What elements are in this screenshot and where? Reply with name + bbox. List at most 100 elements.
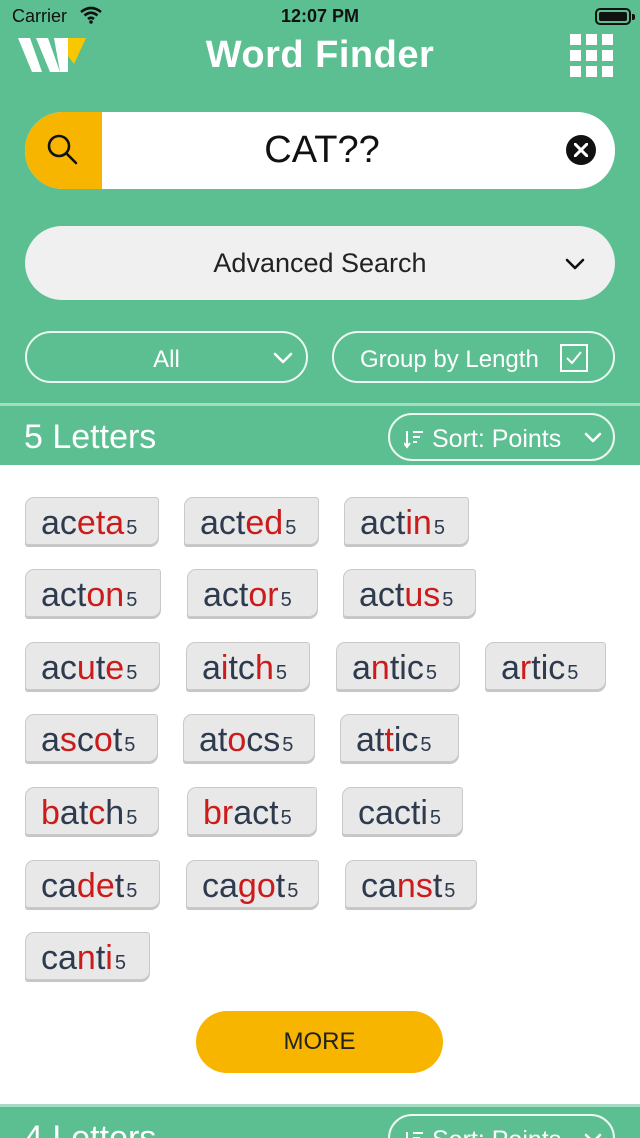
filter-all-dropdown[interactable]: All: [25, 331, 308, 383]
clear-search-button[interactable]: [566, 135, 596, 165]
word-letter: ca: [41, 939, 77, 977]
word-letter: tic: [531, 649, 566, 687]
word-letter: act: [360, 504, 406, 542]
word-letter: ic: [393, 721, 419, 759]
word-points: 5: [275, 662, 287, 684]
word-chip[interactable]: ascot 5: [25, 714, 158, 762]
word-letter-wildcard: o: [227, 721, 247, 759]
word-letter: t: [275, 867, 286, 905]
word-letter: ca: [202, 867, 238, 905]
group-by-length-checkbox[interactable]: [560, 344, 588, 372]
word-letter-wildcard: in: [405, 504, 432, 542]
word-letter-wildcard: go: [237, 867, 276, 905]
word-letter: tc: [228, 649, 255, 687]
word-points: 5: [420, 734, 432, 756]
word-points: 5: [126, 662, 138, 684]
word-chip[interactable]: actor 5: [187, 569, 318, 617]
word-letter-wildcard: i: [105, 939, 113, 977]
word-points: 5: [126, 517, 138, 539]
sort-icon: [406, 1132, 423, 1138]
word-chip[interactable]: aitch 5: [186, 642, 310, 690]
more-button[interactable]: MORE: [196, 1011, 443, 1073]
word-letter: ac: [41, 504, 77, 542]
word-letter: act: [41, 576, 87, 614]
word-chip[interactable]: artic 5: [485, 642, 606, 690]
word-letter: t: [432, 867, 443, 905]
word-points: 5: [114, 952, 126, 974]
clear-icon: [574, 143, 588, 157]
word-chip[interactable]: cacti 5: [342, 787, 463, 835]
word-letter: ca: [41, 867, 77, 905]
advanced-search-button[interactable]: Advanced Search: [25, 226, 615, 300]
word-chip[interactable]: acton 5: [25, 569, 161, 617]
section-heading: 5 Letters: [24, 418, 157, 456]
word-chip[interactable]: aceta 5: [25, 497, 159, 545]
word-letter: cacti: [358, 794, 428, 832]
app-title: Word Finder: [205, 34, 435, 76]
grid-menu-icon[interactable]: [570, 34, 613, 77]
search-button[interactable]: [25, 112, 102, 189]
word-letter-wildcard: ns: [396, 867, 433, 905]
filter-all-label: All: [153, 346, 180, 373]
word-chip[interactable]: acted 5: [184, 497, 319, 545]
checkmark-icon: [566, 351, 582, 365]
chevron-down-icon: [565, 258, 585, 270]
word-letter: a: [202, 649, 221, 687]
word-chip[interactable]: antic 5: [336, 642, 460, 690]
word-letter-wildcard: b: [41, 794, 60, 832]
word-letter: act: [359, 576, 405, 614]
word-points: 5: [282, 734, 294, 756]
word-letter: at: [59, 794, 89, 832]
word-letter: t: [95, 939, 106, 977]
chevron-down-icon: [584, 1133, 602, 1138]
word-points: 5: [444, 880, 456, 902]
word-letter-wildcard: u: [76, 649, 96, 687]
word-chip[interactable]: actin 5: [344, 497, 469, 545]
word-letter: a: [352, 649, 371, 687]
word-chip[interactable]: actus 5: [343, 569, 476, 617]
word-letter: tic: [389, 649, 424, 687]
word-points: 5: [433, 517, 445, 539]
sort-icon: [404, 431, 423, 449]
word-chip[interactable]: atocs 5: [183, 714, 315, 762]
status-bar: Carrier 12:07 PM: [0, 0, 640, 34]
word-letter: at: [199, 721, 228, 759]
word-points: 5: [287, 880, 299, 902]
word-letter: cs: [246, 721, 281, 759]
section-header-4-letters: 4 Letters Sort: Points: [0, 1104, 640, 1138]
chevron-down-icon: [273, 352, 293, 364]
word-letter: c: [76, 721, 94, 759]
sort-dropdown[interactable]: Sort: Points: [388, 1114, 615, 1138]
word-chip[interactable]: acute 5: [25, 642, 160, 690]
word-chip[interactable]: canti 5: [25, 932, 150, 980]
word-letter-wildcard: n: [76, 939, 96, 977]
word-points: 5: [126, 589, 138, 611]
word-chip[interactable]: canst 5: [345, 860, 477, 908]
word-letter-wildcard: t: [384, 721, 394, 759]
search-icon: [47, 134, 78, 165]
word-chip[interactable]: bract 5: [187, 787, 317, 835]
word-letter: t: [95, 649, 106, 687]
word-letter-wildcard: b: [203, 794, 222, 832]
word-chip[interactable]: cadet 5: [25, 860, 160, 908]
word-letter-wildcard: e: [105, 649, 125, 687]
word-chip[interactable]: batch 5: [25, 787, 159, 835]
word-letter: ca: [361, 867, 397, 905]
word-chip[interactable]: attic 5: [340, 714, 459, 762]
word-chip[interactable]: cagot 5: [186, 860, 319, 908]
word-letter-wildcard: c: [88, 794, 106, 832]
word-letter: act: [203, 576, 249, 614]
sort-dropdown[interactable]: Sort: Points: [388, 413, 615, 461]
word-letter-wildcard: h: [254, 649, 274, 687]
group-by-length-toggle[interactable]: Group by Length: [332, 331, 615, 383]
clock: 12:07 PM: [280, 6, 360, 26]
search-input[interactable]: [102, 112, 542, 189]
word-letter: act: [233, 794, 279, 832]
section-heading: 4 Letters: [24, 1119, 157, 1138]
word-letter-wildcard: r: [221, 794, 234, 832]
search-bar: [25, 112, 615, 189]
word-points: 5: [124, 734, 136, 756]
word-letter: t: [114, 867, 125, 905]
sort-label: Sort: Points: [432, 1126, 561, 1138]
word-letter-wildcard: de: [76, 867, 115, 905]
